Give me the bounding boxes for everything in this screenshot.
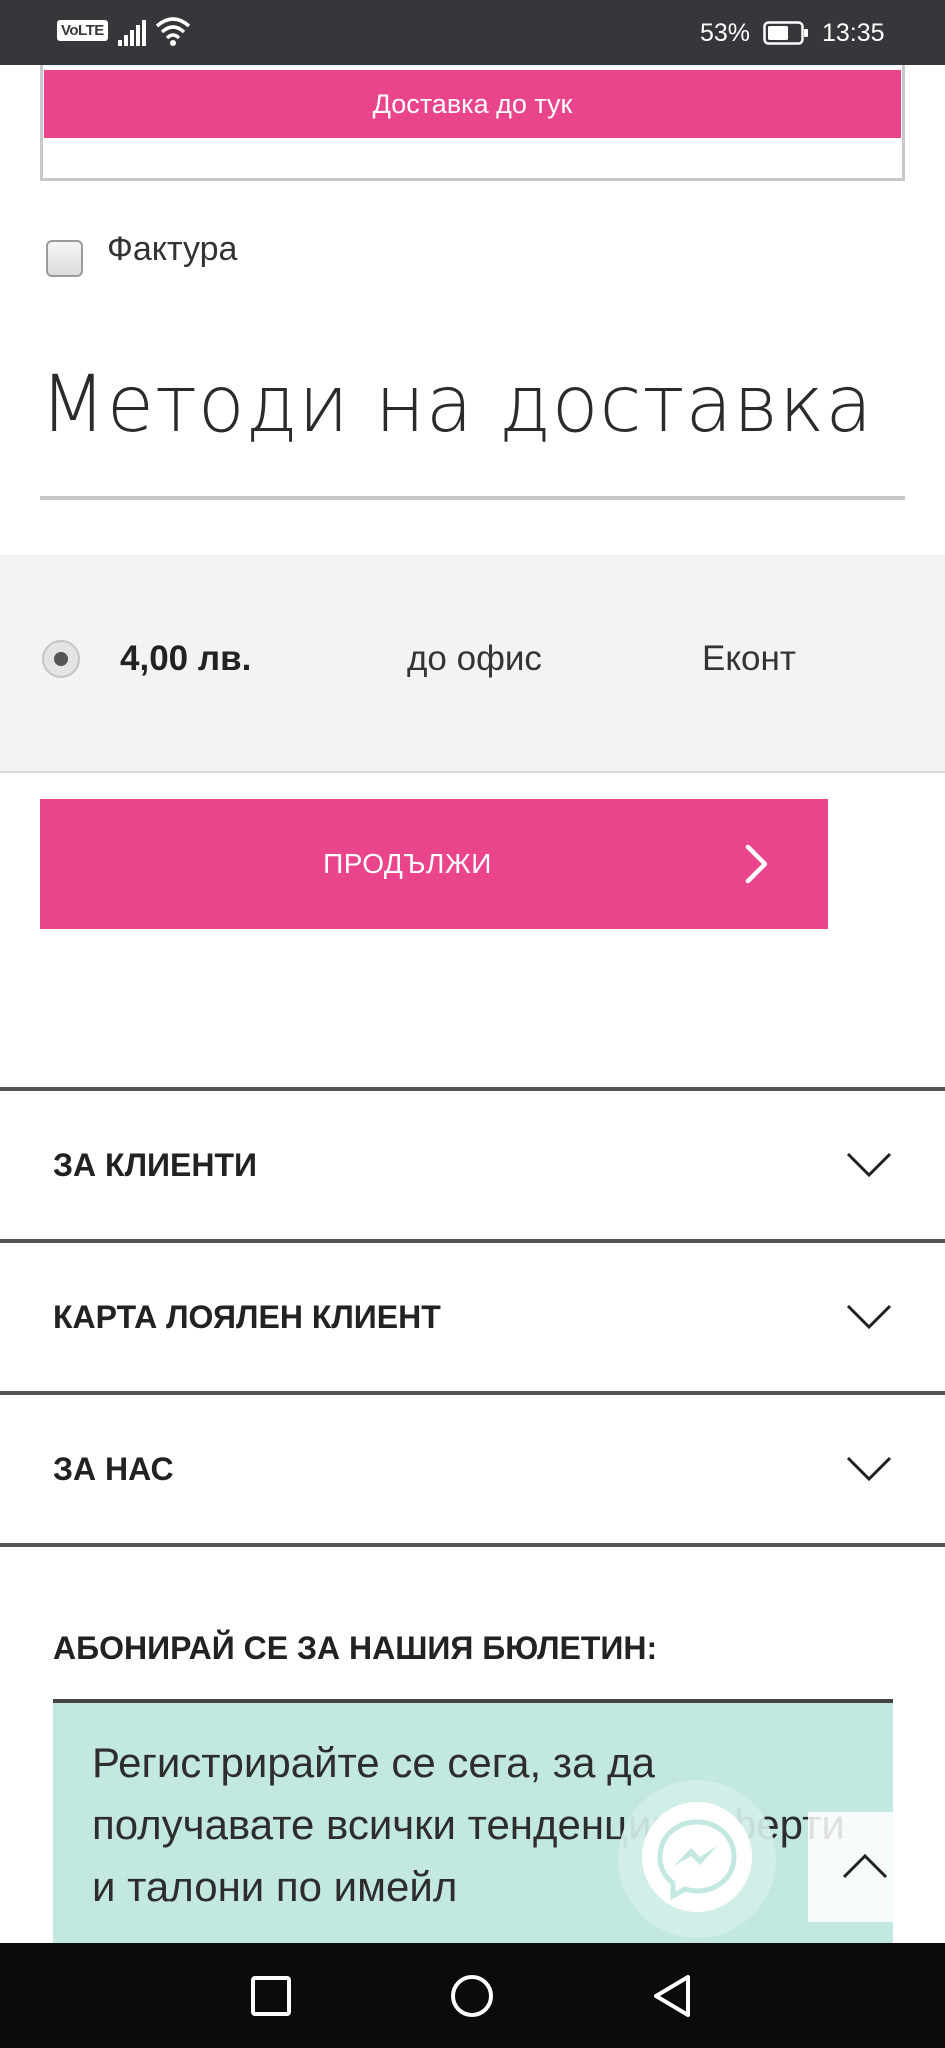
accordion-label: ЗА КЛИЕНТИ: [53, 1147, 258, 1183]
newsletter-title: АБОНИРАЙ СЕ ЗА НАШИЯ БЮЛЕТИН:: [53, 1630, 658, 1666]
accordion-about-us[interactable]: ЗА НАС: [0, 1395, 945, 1543]
status-bar: VoLTE 53% 13:35: [0, 0, 945, 65]
messenger-chat-button[interactable]: [618, 1780, 776, 1938]
battery-icon: [763, 21, 808, 45]
delivery-option-price: 4,00 лв.: [120, 639, 252, 678]
chevron-right-icon: [745, 844, 768, 884]
wifi-icon: [155, 17, 191, 46]
continue-button[interactable]: ПРОДЪЛЖИ: [40, 799, 828, 929]
continue-button-label: ПРОДЪЛЖИ: [323, 848, 492, 879]
navigation-bar: [0, 1943, 945, 2048]
invoice-label: Фактура: [107, 230, 238, 268]
scroll-top-button[interactable]: [808, 1812, 918, 1922]
chevron-up-icon: [842, 1853, 888, 1879]
delivery-methods-title: Методи на доставка: [40, 360, 874, 450]
accordion-loyalty-card[interactable]: КАРТА ЛОЯЛЕН КЛИЕНТ: [0, 1243, 945, 1391]
invoice-checkbox[interactable]: [46, 240, 83, 277]
chevron-down-icon: [846, 1456, 892, 1482]
messenger-icon: [657, 1819, 737, 1901]
clock: 13:35: [822, 19, 885, 47]
signal-icon: [118, 20, 146, 46]
chevron-down-icon: [846, 1152, 892, 1178]
delivery-option-carrier: Еконт: [702, 639, 796, 678]
battery-percent: 53%: [700, 19, 751, 47]
delivery-option-radio[interactable]: [42, 640, 80, 678]
accordion-label: ЗА НАС: [53, 1451, 174, 1487]
chevron-down-icon: [846, 1304, 892, 1330]
accordion-label: КАРТА ЛОЯЛЕН КЛИЕНТ: [53, 1299, 441, 1335]
square-icon[interactable]: [248, 1973, 294, 2019]
accordion-for-clients[interactable]: ЗА КЛИЕНТИ: [0, 1091, 945, 1239]
accordion-divider: [0, 1543, 945, 1547]
delivery-option-type: до офис: [407, 639, 542, 678]
radio-selected-dot: [54, 652, 68, 666]
deliver-here-button[interactable]: Доставка до тук: [44, 70, 901, 138]
section-divider: [40, 496, 905, 500]
triangle-back-icon[interactable]: [650, 1973, 696, 2019]
volte-badge: VoLTE: [57, 20, 108, 41]
circle-icon[interactable]: [449, 1973, 495, 2019]
